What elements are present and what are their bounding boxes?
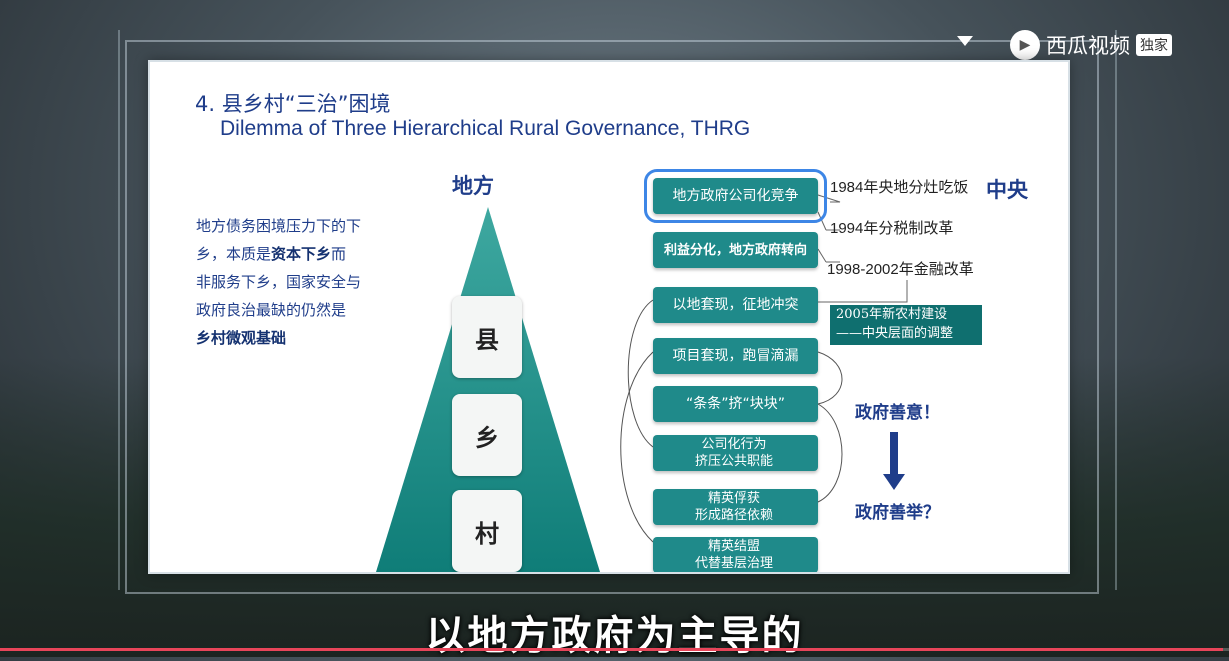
player-logo: ▶ 西瓜视频 独家	[1010, 30, 1172, 60]
progress-fill	[0, 648, 1223, 651]
rural-line2: ——中央层面的调整	[836, 326, 954, 341]
rural-line1: 2005年新农村建设	[836, 307, 948, 322]
box-corporate-behavior: 公司化行为 挤压公共职能	[653, 435, 818, 471]
annotation-1984: 1984年央地分灶吃饭	[830, 179, 969, 196]
government-good-deed: 政府善举？	[855, 503, 940, 523]
box-elite-capture: 精英俘获 形成路径依赖	[653, 489, 818, 525]
box-project-cashout: 项目套现，跑冒滴漏	[653, 338, 818, 374]
play-logo-icon: ▶	[1010, 30, 1040, 60]
presentation-slide: 4. 县乡村“三治”困境 Dilemma of Three Hierarchic…	[148, 60, 1070, 574]
annotation-1994: 1994年分税制改革	[830, 220, 954, 237]
box-land-cashout: 以地套现，征地冲突	[653, 287, 818, 323]
exclusive-badge: 独家	[1136, 34, 1172, 56]
new-rural-construction-box: 2005年新农村建设 ——中央层面的调整	[830, 305, 982, 345]
annotation-1998: 1998-2002年金融改革	[827, 261, 974, 278]
video-subtitle: 以地方政府为主导的	[425, 613, 804, 659]
box-tiaotiao-kuaikuai: “条条”挤“块块”	[653, 386, 818, 422]
progress-bar[interactable]	[0, 648, 1229, 651]
box-local-gov-competition: 地方政府公司化竞争	[644, 169, 827, 223]
logo-text: 西瓜视频	[1046, 34, 1130, 58]
chevron-down-icon[interactable]	[957, 36, 973, 48]
box-interest-divergence: 利益分化，地方政府转向	[653, 232, 818, 268]
government-goodwill: 政府善意！	[855, 403, 940, 423]
arrow-down-icon	[883, 432, 905, 490]
box-elite-alliance: 精英结盟 代替基层治理	[653, 537, 818, 572]
